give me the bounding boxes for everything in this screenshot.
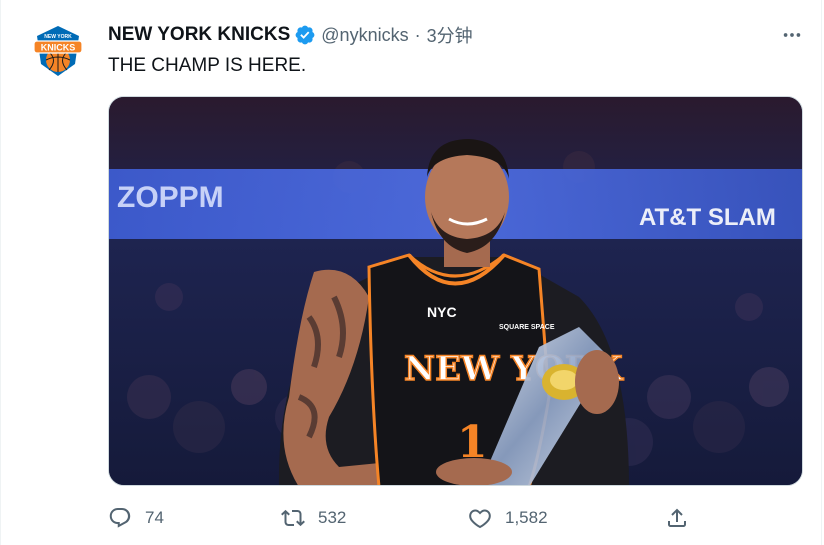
separator-dot: · — [414, 24, 421, 45]
tweet-card[interactable]: KNICKS NEW YORK NEW YORK KNICKS @nyknick… — [0, 0, 822, 545]
share-icon — [668, 508, 686, 527]
verified-icon — [295, 25, 315, 45]
tweet-media[interactable]: ZOPPM AT&T SLAM NYC SQUARE SPACE NEW YOR… — [108, 96, 803, 486]
author-name[interactable]: NEW YORK KNICKS — [108, 24, 290, 46]
sponsor-text: SQUARE SPACE — [499, 324, 555, 331]
logo-text: KNICKS — [41, 43, 76, 53]
retweet-button[interactable]: 532 — [281, 500, 346, 536]
more-button[interactable] — [779, 22, 805, 48]
tweet-text: THE CHAMP IS HERE. — [108, 55, 307, 76]
knicks-logo: KNICKS NEW YORK — [33, 26, 83, 76]
retweet-icon — [281, 509, 305, 527]
reply-icon — [109, 508, 131, 528]
timestamp[interactable]: 3分钟 — [427, 22, 473, 48]
tweet-header: NEW YORK KNICKS @nyknicks · 3分钟 — [108, 22, 473, 48]
like-count: 1,582 — [505, 508, 548, 527]
logo-top-text: NEW YORK — [44, 34, 72, 40]
like-button[interactable]: 1,582 — [468, 500, 548, 536]
banner-right-text: AT&T SLAM — [639, 204, 776, 231]
share-button[interactable] — [665, 500, 689, 536]
chest-logo-text: NYC — [427, 304, 457, 320]
like-icon — [469, 509, 491, 529]
action-bar: 74 532 1,582 — [108, 500, 708, 536]
avatar[interactable]: KNICKS NEW YORK — [31, 24, 85, 78]
retweet-count: 532 — [318, 508, 347, 527]
banner-left-text: ZOPPM — [117, 181, 224, 214]
media-image: ZOPPM AT&T SLAM NYC SQUARE SPACE NEW YOR… — [109, 97, 802, 485]
author-handle[interactable]: @nyknicks — [321, 25, 408, 46]
reply-button[interactable]: 74 — [108, 500, 164, 536]
reply-count: 74 — [145, 508, 164, 527]
more-icon — [783, 33, 801, 37]
